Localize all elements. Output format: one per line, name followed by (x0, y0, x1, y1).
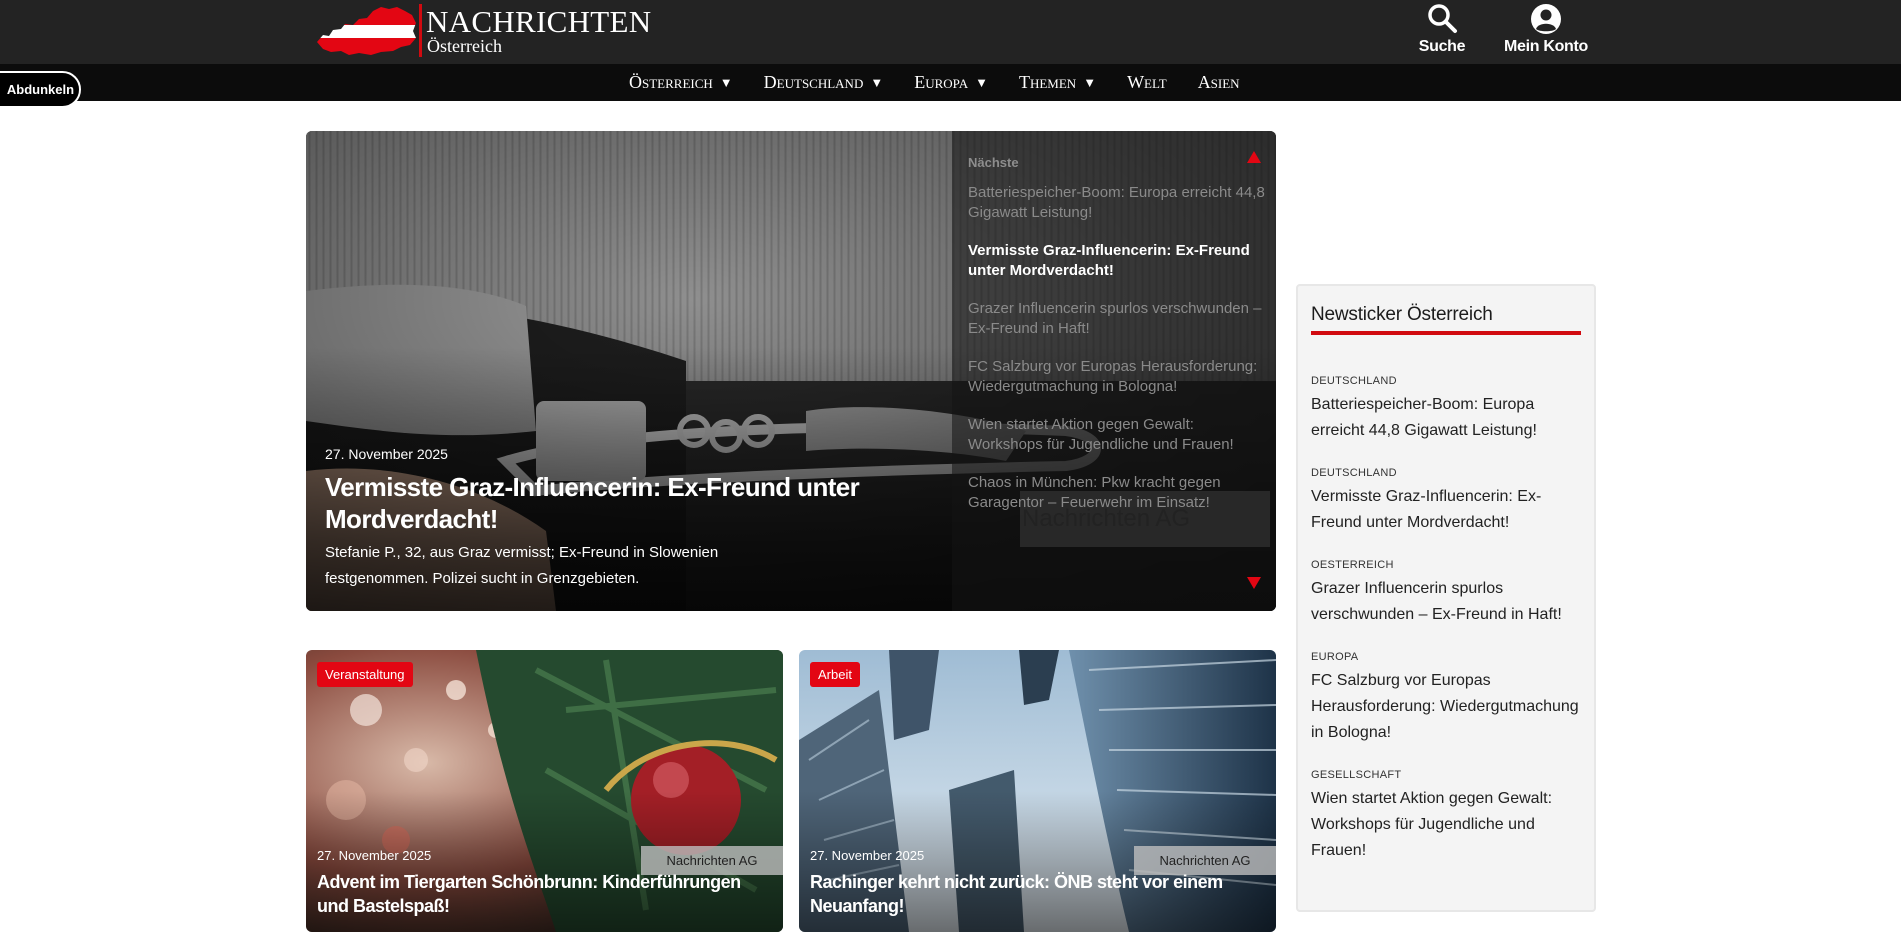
logo-separator (419, 4, 422, 57)
newsticker-item[interactable]: Gesellschaft Wien startet Aktion gegen G… (1311, 768, 1586, 864)
newsticker-category[interactable]: Deutschland (1311, 374, 1586, 388)
nav-item-asien[interactable]: Asien (1198, 72, 1240, 93)
nav-item-themen[interactable]: Themen ▼ (1019, 72, 1096, 93)
user-circle-icon (1531, 4, 1561, 34)
nav-item-label: Welt (1127, 72, 1167, 92)
article-card[interactable]: Arbeit Nachrichten AG 27. November 2025 … (799, 650, 1276, 932)
newsticker-list: Deutschland Batteriespeicher-Boom: Europ… (1311, 374, 1586, 886)
nav-item-europa[interactable]: Europa ▼ (914, 72, 988, 93)
next-article-item[interactable]: Batteriespeicher-Boom: Europa erreicht 4… (968, 183, 1268, 223)
hero-date: 27. November 2025 (325, 446, 448, 462)
search-label: Suche (1418, 38, 1466, 55)
caret-down-icon: ▼ (870, 74, 884, 90)
search-icon (1428, 4, 1457, 33)
scroll-down-arrow-icon[interactable] (1247, 577, 1261, 589)
next-article-item[interactable]: Chaos in München: Pkw kracht gegen Garag… (968, 473, 1268, 513)
nav-item-welt[interactable]: Welt (1127, 72, 1167, 93)
search-button[interactable]: Suche (1412, 2, 1472, 58)
card-title[interactable]: Rachinger kehrt nicht zurück: ÖNB steht … (810, 870, 1260, 918)
nav-item-label: Asien (1197, 72, 1240, 92)
newsticker-category[interactable]: Deutschland (1311, 466, 1586, 480)
category-badge[interactable]: Arbeit (810, 662, 860, 687)
caret-down-icon: ▼ (719, 74, 733, 90)
nav-item-oesterreich[interactable]: Österreich ▼ (629, 72, 733, 93)
logo-title: NACHRICHTEN (426, 4, 652, 39)
nav-item-label: Österreich (629, 72, 713, 92)
hero-title[interactable]: Vermisste Graz-Influencerin: Ex-Freund u… (325, 471, 885, 535)
title-underline (1311, 331, 1581, 335)
next-articles-panel: Nachrichten AG Nächste Batteriespeicher-… (952, 131, 1276, 611)
caret-down-icon: ▼ (975, 74, 988, 90)
newsticker-item[interactable]: Deutschland Batteriespeicher-Boom: Europ… (1311, 374, 1586, 444)
newsticker-headline[interactable]: FC Salzburg vor Europas Herausforderung:… (1311, 668, 1586, 746)
next-article-item[interactable]: Wien startet Aktion gegen Gewalt: Worksh… (968, 415, 1268, 455)
next-articles-list: Batteriespeicher-Boom: Europa erreicht 4… (968, 183, 1268, 531)
nav-item-label: Themen (1018, 72, 1077, 92)
caret-down-icon: ▼ (1083, 74, 1097, 90)
newsticker-category[interactable]: Europa (1311, 650, 1586, 664)
hero-description: Stefanie P., 32, aus Graz vermisst; Ex-F… (325, 544, 719, 587)
article-card[interactable]: Veranstaltung Nachrichten AG 27. Novembe… (306, 650, 783, 932)
newsticker-category[interactable]: Oesterreich (1311, 558, 1586, 572)
newsticker-headline[interactable]: Grazer Influencerin spurlos verschwunden… (1311, 576, 1586, 628)
main-navigation: Österreich ▼ Deutschland ▼ Europa ▼ Them… (0, 64, 1901, 101)
newsticker-item[interactable]: Deutschland Vermisste Graz-Influencerin:… (1311, 466, 1586, 536)
newsticker-headline[interactable]: Wien startet Aktion gegen Gewalt: Worksh… (1311, 786, 1586, 864)
top-bar: NACHRICHTEN Österreich Suche Mein Konto (0, 0, 1901, 64)
account-button[interactable]: Mein Konto (1496, 2, 1596, 58)
card-date: 27. November 2025 (810, 848, 925, 863)
next-label: Nächste (968, 155, 1019, 170)
newsticker-item[interactable]: Oesterreich Grazer Influencerin spurlos … (1311, 558, 1586, 628)
nav-item-label: Europa (914, 72, 969, 92)
site-logo[interactable]: NACHRICHTEN Österreich (315, 3, 655, 57)
card-title[interactable]: Advent im Tiergarten Schönbrunn: Kinderf… (317, 870, 767, 918)
newsticker-title: Newsticker Österreich (1311, 304, 1493, 325)
newsticker-headline[interactable]: Batteriespeicher-Boom: Europa erreicht 4… (1311, 392, 1586, 444)
next-article-item[interactable]: FC Salzburg vor Europas Herausforderung:… (968, 357, 1268, 397)
hero-slider[interactable]: 27. November 2025 Vermisste Graz-Influen… (306, 131, 1276, 611)
newsticker-item[interactable]: Europa FC Salzburg vor Europas Herausfor… (1311, 650, 1586, 746)
scroll-up-arrow-icon[interactable] (1247, 151, 1261, 163)
account-label: Mein Konto (1503, 38, 1589, 55)
category-badge[interactable]: Veranstaltung (317, 662, 413, 687)
austria-flag-map-icon (317, 7, 416, 55)
newsticker-sidebar: Newsticker Österreich Deutschland Batter… (1296, 284, 1596, 912)
nav-item-label: Deutschland (763, 72, 864, 92)
nav-items: Österreich ▼ Deutschland ▼ Europa ▼ Them… (629, 64, 1240, 101)
next-article-item[interactable]: Grazer Influencerin spurlos verschwunden… (968, 299, 1268, 339)
newsticker-headline[interactable]: Vermisste Graz-Influencerin: Ex-Freund u… (1311, 484, 1586, 536)
dark-mode-toggle[interactable]: Abdunkeln (0, 71, 81, 108)
card-date: 27. November 2025 (317, 848, 432, 863)
logo-subtitle: Österreich (427, 36, 502, 56)
newsticker-category[interactable]: Gesellschaft (1311, 768, 1586, 782)
nav-item-deutschland[interactable]: Deutschland ▼ (764, 72, 884, 93)
next-article-item-active[interactable]: Vermisste Graz-Influencerin: Ex-Freund u… (968, 241, 1268, 281)
